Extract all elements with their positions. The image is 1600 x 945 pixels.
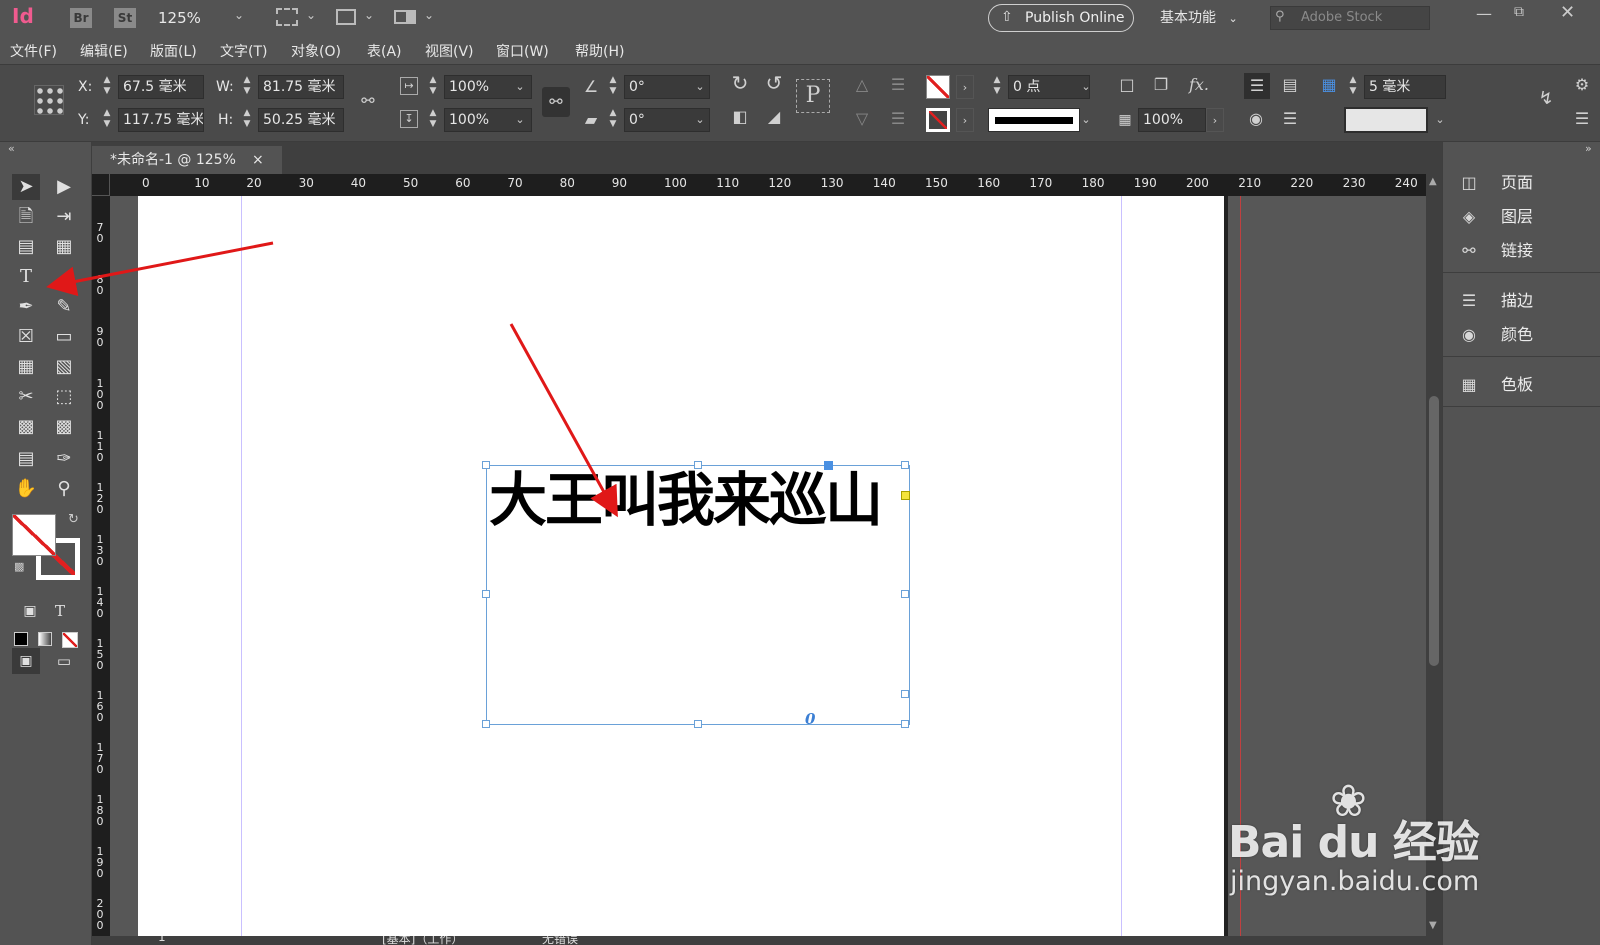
panel-stroke[interactable]: ☰ 描边 bbox=[1443, 284, 1600, 318]
panel-divider bbox=[1443, 406, 1600, 407]
panel-label: 描边 bbox=[1501, 291, 1534, 310]
color-icon: ◉ bbox=[1462, 325, 1476, 344]
swatches-icon: ▦ bbox=[1461, 375, 1477, 394]
panel-layers[interactable]: ◈ 图层 bbox=[1443, 200, 1600, 234]
links-icon: ⚯ bbox=[1462, 241, 1476, 260]
panel-links[interactable]: ⚯ 链接 bbox=[1443, 234, 1600, 268]
page-number-field[interactable]: 1 bbox=[158, 936, 166, 944]
watermark-brand: Bai du 经验 bbox=[1228, 817, 1480, 868]
working-style[interactable]: [基本]（工作） bbox=[382, 936, 463, 945]
scroll-thumb[interactable] bbox=[1429, 396, 1439, 666]
annotation-arrow-text bbox=[509, 323, 618, 518]
panel-swatches[interactable]: ▦ 色板 bbox=[1443, 368, 1600, 402]
stroke-icon: ☰ bbox=[1461, 291, 1477, 310]
annotation-arrow-tool bbox=[46, 241, 274, 297]
pages-icon: ◫ bbox=[1461, 173, 1477, 192]
panel-divider bbox=[1443, 272, 1600, 273]
baidu-watermark: ❀ Bai du 经验 jingyan.baidu.com bbox=[1228, 776, 1528, 906]
fill-color-swatch[interactable] bbox=[12, 514, 56, 556]
scroll-down-icon[interactable]: ▼ bbox=[1429, 920, 1437, 931]
panel-pages[interactable]: ◫ 页面 bbox=[1443, 166, 1600, 200]
panel-divider bbox=[1443, 356, 1600, 357]
preflight-status[interactable]: 无错误 bbox=[542, 936, 578, 945]
panel-label: 色板 bbox=[1501, 375, 1534, 394]
panel-label: 页面 bbox=[1501, 173, 1534, 192]
layers-icon: ◈ bbox=[1462, 207, 1476, 226]
panel-color[interactable]: ◉ 颜色 bbox=[1443, 318, 1600, 352]
scroll-up-icon[interactable]: ▲ bbox=[1429, 176, 1437, 187]
watermark-url: jingyan.baidu.com bbox=[1230, 866, 1480, 897]
panel-label: 链接 bbox=[1501, 241, 1534, 260]
panel-label: 图层 bbox=[1501, 207, 1534, 226]
collapse-panels-icon[interactable]: » bbox=[1585, 142, 1592, 155]
panel-label: 颜色 bbox=[1501, 325, 1534, 344]
status-bar: 1 [基本]（工作） 无错误 bbox=[92, 936, 1442, 945]
